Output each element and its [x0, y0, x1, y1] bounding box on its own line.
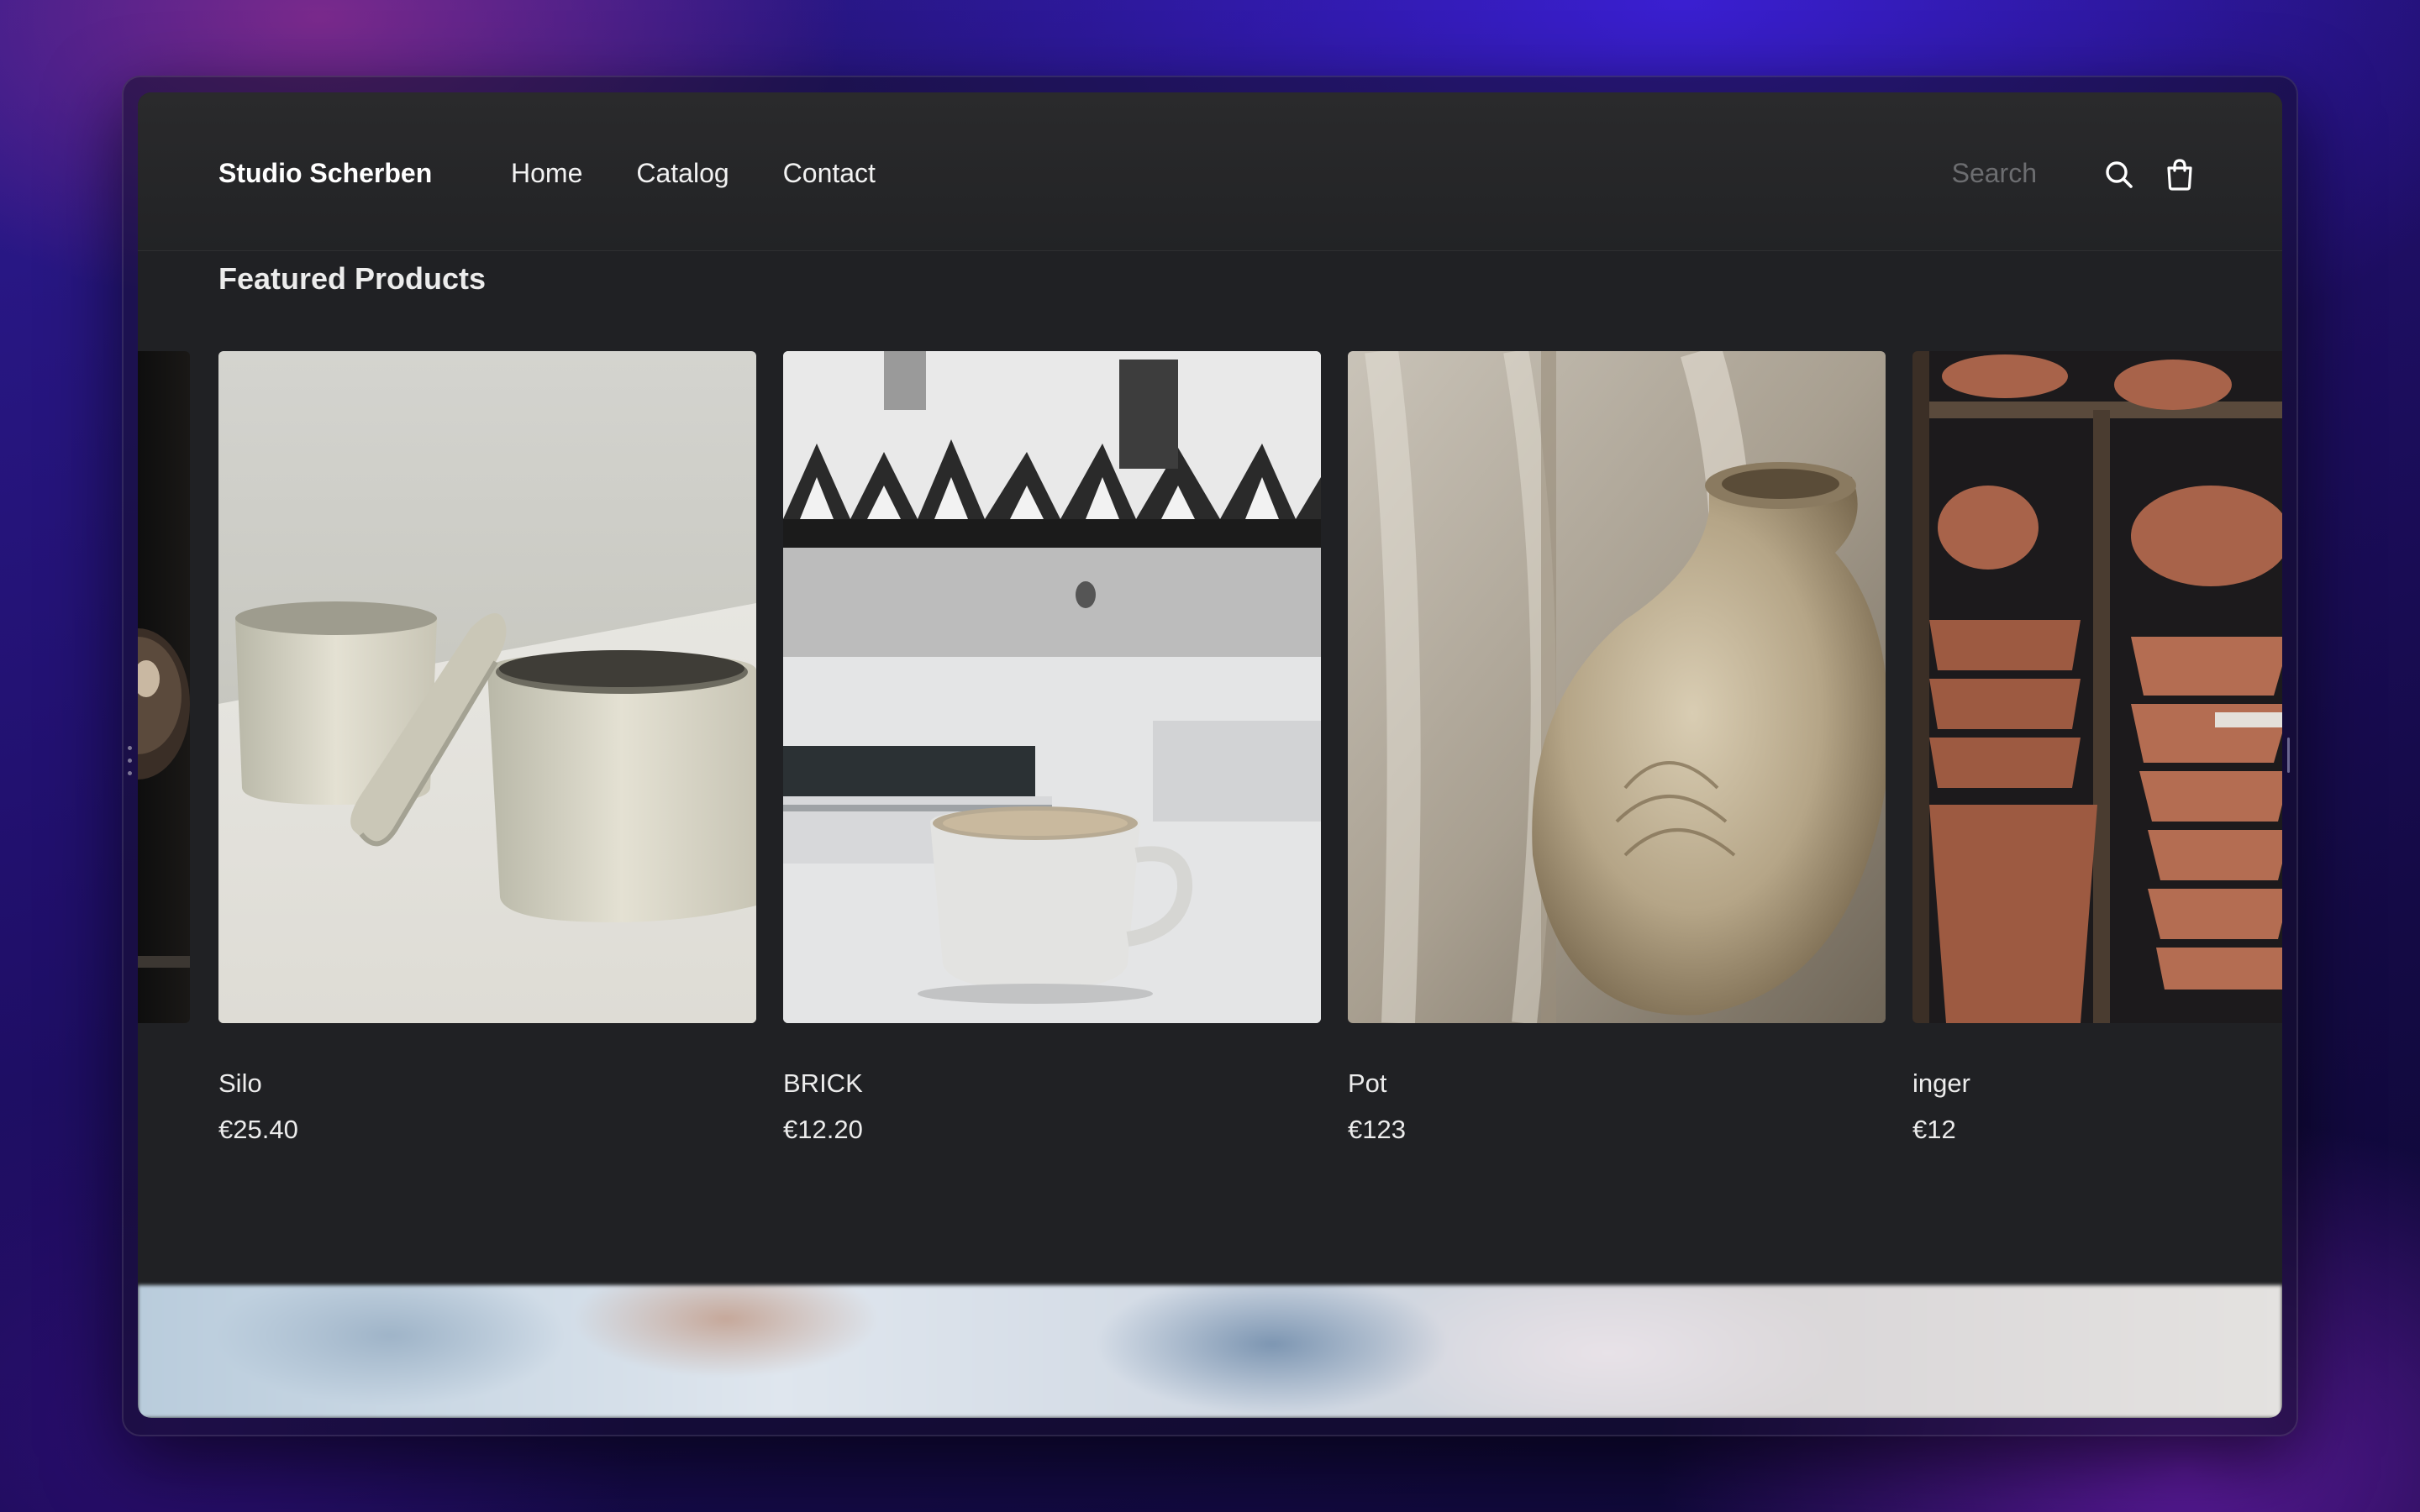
product-image[interactable]	[218, 351, 756, 1023]
product-price: €12	[1912, 1115, 1956, 1144]
search-input[interactable]	[1902, 148, 2037, 198]
product-name[interactable]: Silo	[218, 1070, 756, 1096]
product-image[interactable]	[1912, 351, 2282, 1023]
shopping-bag-icon[interactable]	[2161, 156, 2198, 193]
product-image[interactable]	[1348, 351, 1886, 1023]
product-price: €12.20	[783, 1115, 863, 1144]
product-card[interactable]: inger €12	[1912, 351, 2282, 1142]
site-header: Studio Scherben Home Catalog Contact	[138, 92, 2282, 251]
product-card[interactable]: BRICK €12.20	[783, 351, 1321, 1142]
product-name[interactable]: BRICK	[783, 1070, 1321, 1096]
featured-products-title: Featured Products	[218, 261, 487, 296]
nav-home[interactable]: Home	[511, 160, 582, 186]
search-icon[interactable]	[2101, 156, 2138, 193]
window-resize-grip[interactable]	[128, 746, 133, 784]
product-price: €123	[1348, 1115, 1406, 1144]
product-image-partial[interactable]	[138, 351, 190, 1023]
nav-contact[interactable]: Contact	[783, 160, 876, 186]
hero-banner-image	[138, 1285, 2282, 1418]
nav-catalog[interactable]: Catalog	[636, 160, 729, 186]
store-logo[interactable]: Studio Scherben	[218, 160, 432, 186]
product-name[interactable]: Pot	[1348, 1070, 1886, 1096]
storefront-page: Studio Scherben Home Catalog Contact Fea…	[138, 92, 2282, 1418]
product-card[interactable]: Pot €123	[1348, 351, 1886, 1142]
product-card[interactable]: Silo €25.40	[218, 351, 756, 1142]
product-name[interactable]: inger	[1912, 1070, 2282, 1096]
main-nav: Home Catalog Contact	[511, 160, 876, 186]
product-price: €25.40	[218, 1115, 298, 1144]
product-image[interactable]	[783, 351, 1321, 1023]
scrollbar-handle[interactable]	[2287, 738, 2290, 773]
